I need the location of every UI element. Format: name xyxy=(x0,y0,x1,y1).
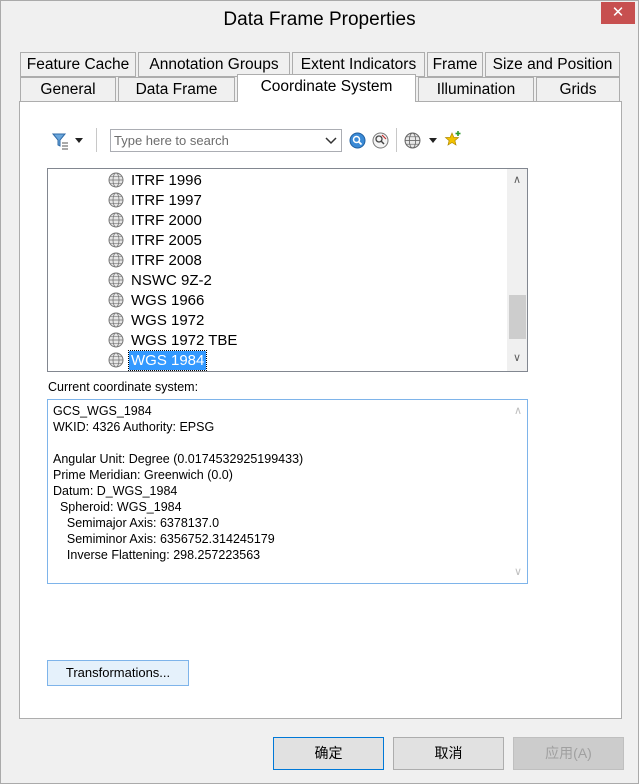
current-coordinate-system-label: Current coordinate system: xyxy=(48,380,199,394)
details-scrollbar[interactable]: ∧ ∨ xyxy=(509,400,527,583)
scroll-thumb[interactable] xyxy=(509,295,526,339)
scroll-down-icon[interactable]: ∨ xyxy=(507,349,527,367)
toolbar-separator xyxy=(396,128,397,152)
tree-scrollbar[interactable]: ∧ ∨ xyxy=(507,169,527,371)
globe-icon xyxy=(108,312,124,328)
filter-icon[interactable] xyxy=(51,132,69,150)
tab-grids[interactable]: Grids xyxy=(536,77,620,102)
tree-item[interactable]: WGS 1972 TBE xyxy=(108,330,239,350)
detail-line: Semimajor Axis: 6378137.0 xyxy=(53,516,220,530)
scroll-down-icon[interactable]: ∨ xyxy=(509,563,527,581)
tree-item[interactable]: ITRF 2005 xyxy=(108,230,204,250)
tree-item[interactable]: WGS 1972 xyxy=(108,310,206,330)
tree-item-label: WGS 1984 xyxy=(127,349,208,371)
window-title: Data Frame Properties xyxy=(223,9,416,30)
apply-button[interactable]: 应用(A) xyxy=(513,737,624,770)
transformations-button[interactable]: Transformations... xyxy=(47,660,189,686)
detail-line: Datum: D_WGS_1984 xyxy=(53,484,178,498)
tab-illumination[interactable]: Illumination xyxy=(418,77,534,102)
title-bar[interactable]: Data Frame Properties ✕ xyxy=(1,1,638,39)
detail-line: Spheroid: WGS_1984 xyxy=(53,500,182,514)
globe-icon xyxy=(108,192,124,208)
tab-data-frame[interactable]: Data Frame xyxy=(118,77,235,102)
tab-general[interactable]: General xyxy=(20,77,116,102)
toolbar-separator xyxy=(96,128,97,152)
tree-item[interactable]: ITRF 2000 xyxy=(108,210,204,230)
globe-icon xyxy=(108,232,124,248)
scroll-up-icon[interactable]: ∧ xyxy=(507,171,527,189)
clear-search-icon[interactable] xyxy=(372,132,389,149)
globe-icon xyxy=(108,352,124,368)
close-button[interactable]: ✕ xyxy=(601,2,635,24)
favorite-add-icon[interactable] xyxy=(444,130,462,148)
globe-icon xyxy=(108,332,124,348)
search-icon[interactable] xyxy=(349,132,366,149)
detail-line: WKID: 4326 Authority: EPSG xyxy=(53,420,215,434)
cancel-button[interactable]: 取消 xyxy=(393,737,504,770)
globe-dropdown-arrow-icon[interactable] xyxy=(428,137,438,145)
dialog-window: Data Frame Properties ✕ Feature Cache An… xyxy=(0,0,639,784)
globe-icon[interactable] xyxy=(404,132,421,149)
globe-icon xyxy=(108,272,124,288)
globe-icon xyxy=(108,252,124,268)
tree-item[interactable]: WGS 1966 xyxy=(108,290,206,310)
tree-item[interactable]: ITRF 2008 xyxy=(108,250,204,270)
ok-button[interactable]: 确定 xyxy=(273,737,384,770)
scroll-up-icon[interactable]: ∧ xyxy=(509,402,527,420)
globe-icon xyxy=(108,212,124,228)
detail-line: Semiminor Axis: 6356752.314245179 xyxy=(53,532,275,546)
detail-line: Prime Meridian: Greenwich (0.0) xyxy=(53,468,233,482)
tree-item-label: ITRF 2000 xyxy=(131,211,202,229)
detail-line: Angular Unit: Degree (0.0174532925199433… xyxy=(53,452,304,466)
coordinate-system-tree[interactable]: ITRF 1996 ITRF 1997 ITRF 2000 ITRF 2005 … xyxy=(47,168,528,372)
tree-item-label: NSWC 9Z-2 xyxy=(131,271,212,289)
tree-item[interactable]: ITRF 1996 xyxy=(108,170,204,190)
tree-item[interactable]: NSWC 9Z-2 xyxy=(108,270,214,290)
search-combobox[interactable] xyxy=(110,129,342,152)
tree-item-label: ITRF 1997 xyxy=(131,191,202,209)
tree-item-selected[interactable]: WGS 1984 xyxy=(108,349,208,371)
tab-coordinate-system[interactable]: Coordinate System xyxy=(237,74,416,102)
tree-item-label: ITRF 1996 xyxy=(131,171,202,189)
coordinate-system-details[interactable]: GCS_WGS_1984 WKID: 4326 Authority: EPSG … xyxy=(47,399,528,584)
globe-icon xyxy=(108,292,124,308)
filter-dropdown-arrow-icon[interactable] xyxy=(74,137,84,145)
tree-item[interactable]: ITRF 1997 xyxy=(108,190,204,210)
detail-line: GCS_WGS_1984 xyxy=(53,404,152,418)
tree-item-label: ITRF 2005 xyxy=(131,231,202,249)
search-input[interactable] xyxy=(111,130,316,151)
tab-size-and-position[interactable]: Size and Position xyxy=(485,52,620,77)
globe-icon xyxy=(108,172,124,188)
tree-item-label: ITRF 2008 xyxy=(131,251,202,269)
tab-feature-cache[interactable]: Feature Cache xyxy=(20,52,136,77)
tree-item-label: WGS 1966 xyxy=(131,291,205,309)
tree-item-label: WGS 1972 TBE xyxy=(131,331,238,349)
chevron-down-icon[interactable] xyxy=(323,132,339,149)
detail-line: Inverse Flattening: 298.257223563 xyxy=(53,548,261,562)
tree-item-label: WGS 1972 xyxy=(131,311,205,329)
tab-frame[interactable]: Frame xyxy=(427,52,483,77)
